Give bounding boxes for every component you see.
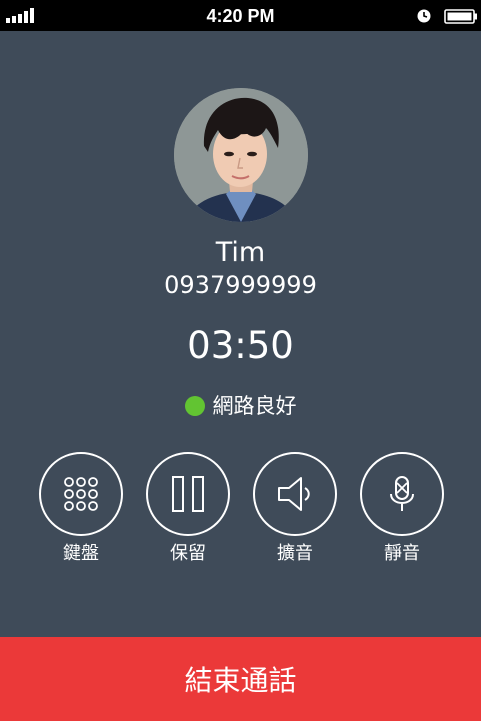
pause-icon: [172, 476, 204, 512]
call-timer: 03:50: [187, 324, 294, 367]
speaker-button-circle[interactable]: [253, 452, 337, 536]
alarm-clock-icon: [417, 9, 431, 23]
contact-photo-icon: [174, 88, 308, 222]
battery-icon: [444, 9, 477, 24]
hold-button-circle[interactable]: [146, 452, 230, 536]
end-call-button[interactable]: 結束通話: [0, 637, 481, 721]
contact-avatar: [174, 88, 308, 222]
speaker-icon: [278, 477, 310, 511]
hold-button[interactable]: 保留: [146, 452, 230, 566]
end-call-label: 結束通話: [184, 664, 297, 697]
mute-button-label: 靜音: [384, 543, 420, 564]
microphone-mute-icon: [390, 476, 414, 511]
network-status-dot-icon: [184, 396, 205, 416]
keypad-button-circle[interactable]: [39, 452, 123, 536]
status-time: 4:20 PM: [206, 6, 275, 26]
contact-name: Tim: [215, 237, 266, 268]
network-status-label: 網路良好: [212, 394, 297, 418]
call-screen: 4:20 PM Tim 0937999999 03:50 網路良好 鍵盤 保留 …: [0, 0, 481, 721]
speaker-button[interactable]: 擴音: [253, 452, 337, 566]
mute-button-circle[interactable]: [360, 452, 444, 536]
network-status: 網路良好: [0, 392, 481, 420]
keypad-icon: [64, 477, 98, 511]
keypad-button[interactable]: 鍵盤: [39, 452, 123, 566]
status-bar: 4:20 PM: [0, 0, 481, 31]
hold-button-label: 保留: [170, 543, 206, 564]
mute-button[interactable]: 靜音: [360, 452, 444, 566]
contact-number: 0937999999: [164, 271, 317, 299]
speaker-button-label: 擴音: [277, 543, 313, 564]
keypad-button-label: 鍵盤: [63, 543, 99, 564]
